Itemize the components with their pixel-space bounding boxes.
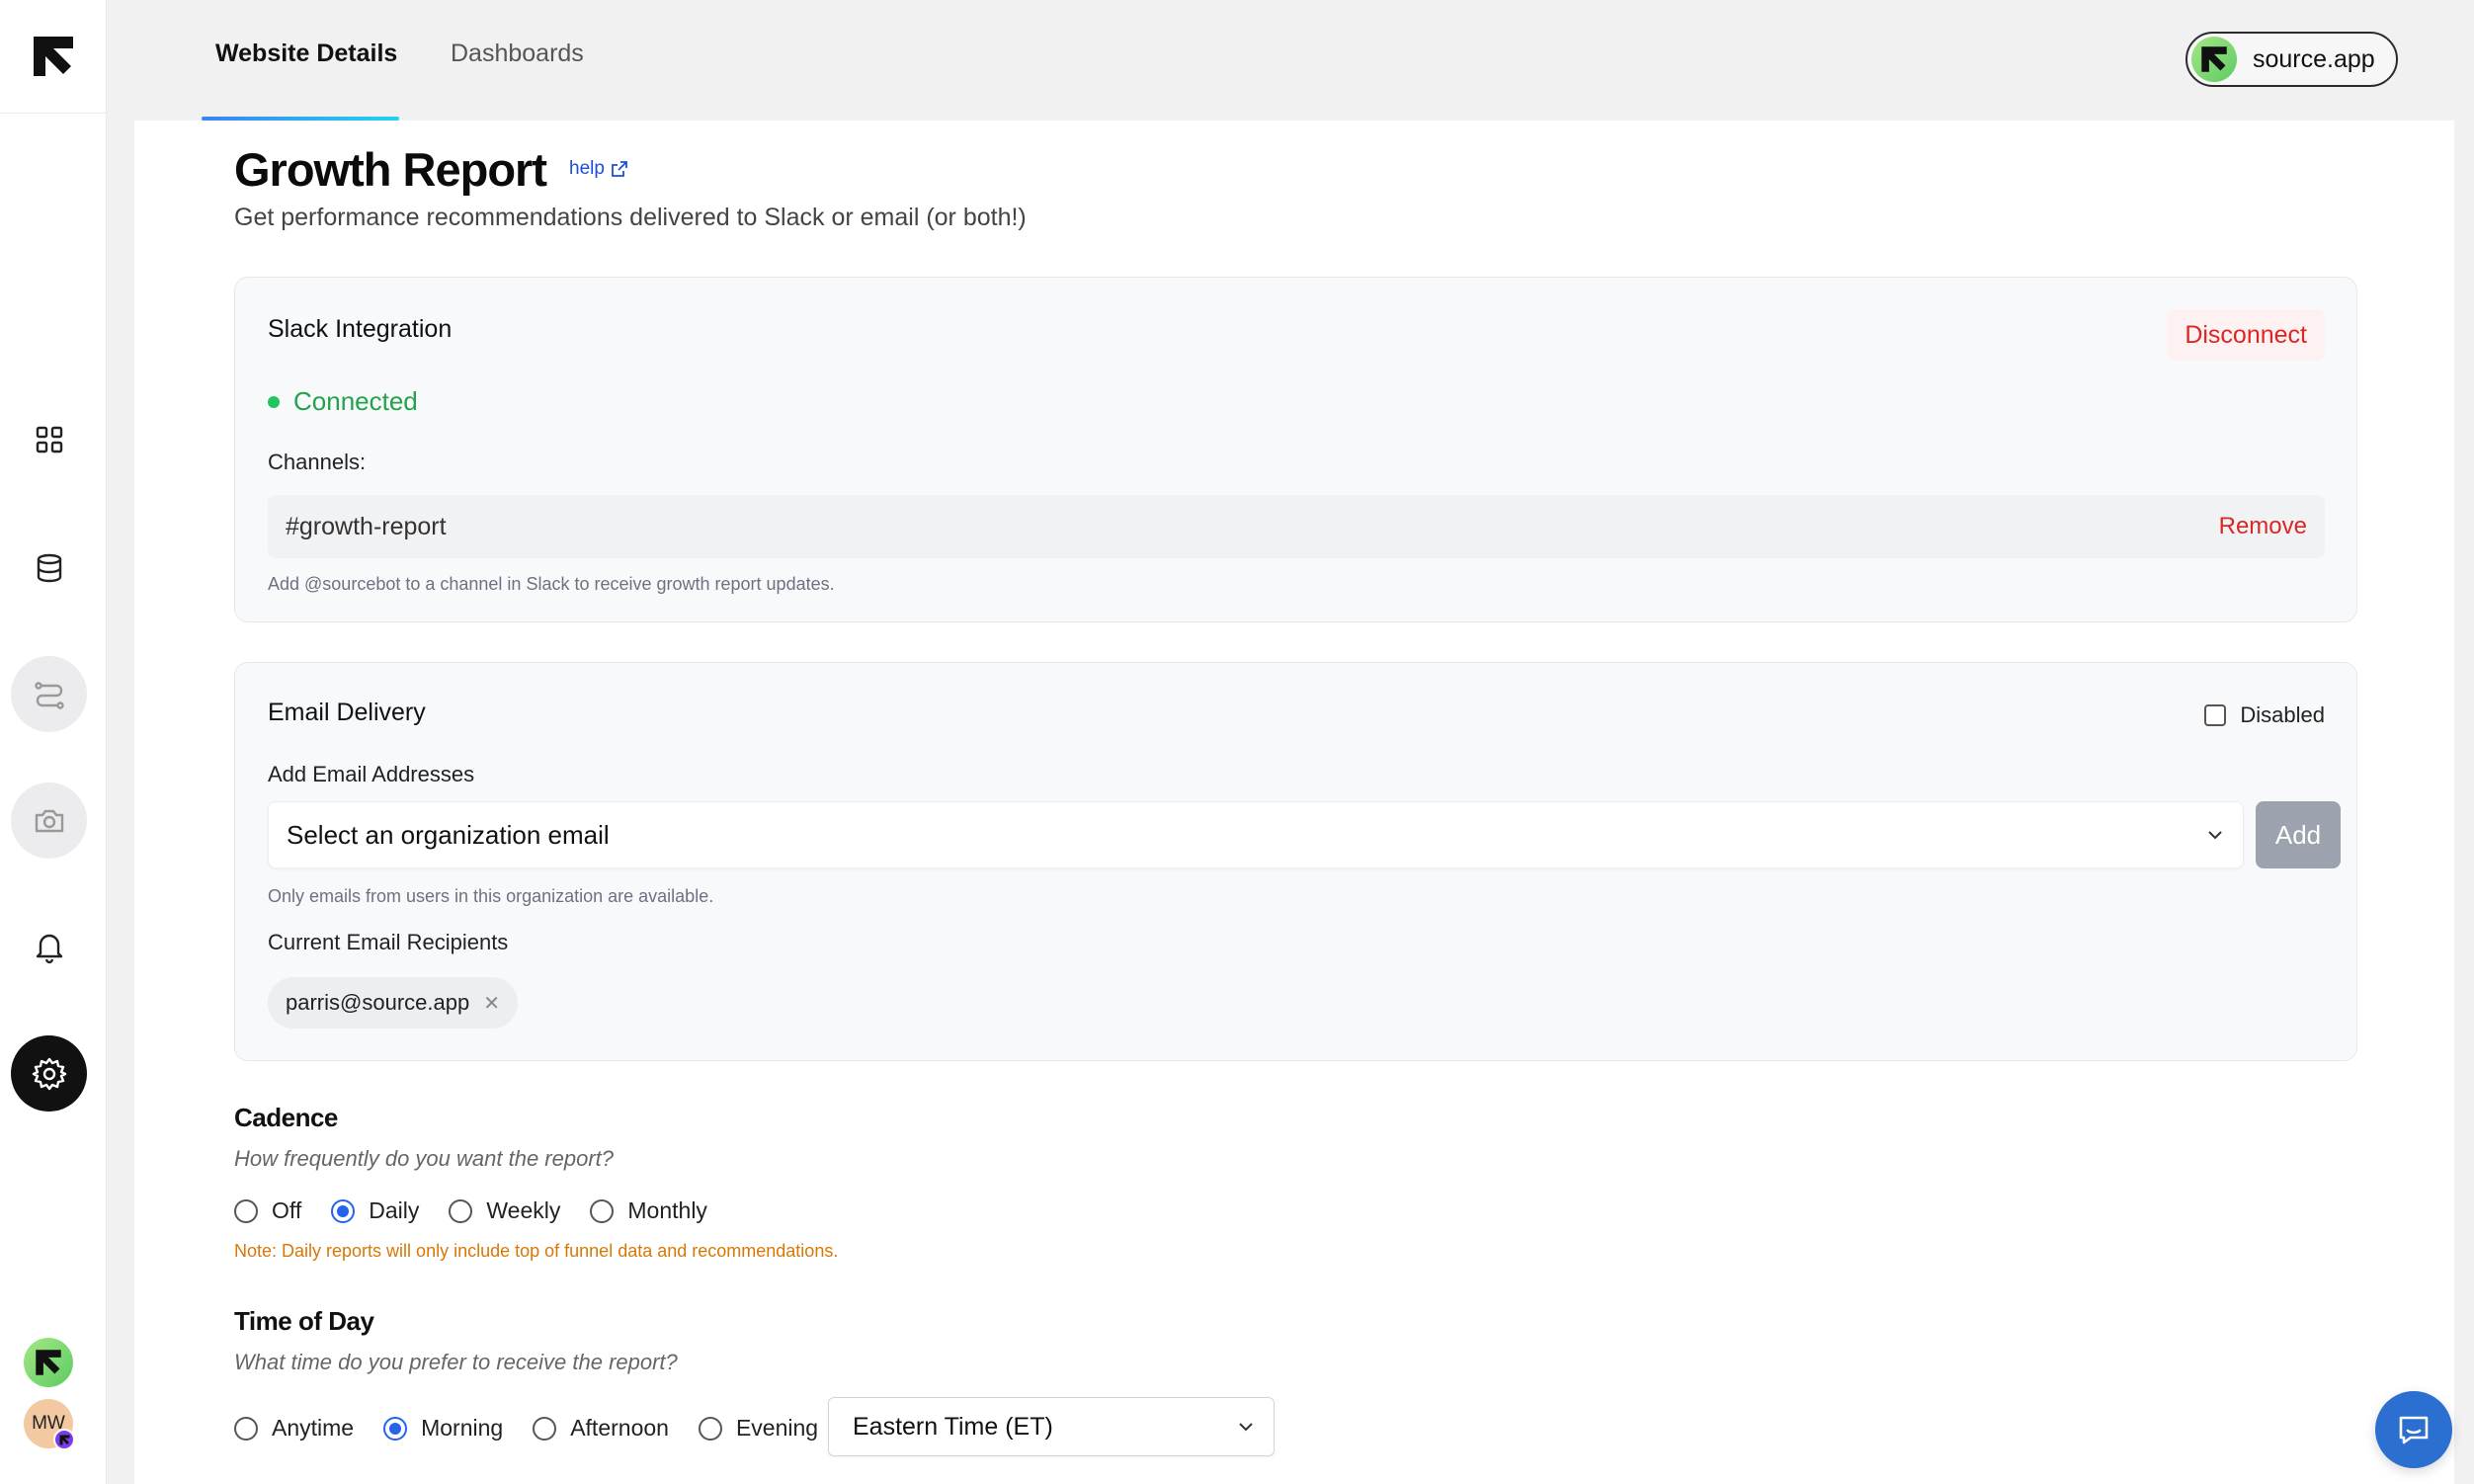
time-option-anytime[interactable]: Anytime xyxy=(234,1415,354,1442)
time-of-day-options: Anytime Morning Afternoon Evening xyxy=(234,1415,848,1442)
route-icon xyxy=(34,681,64,709)
external-link-icon xyxy=(612,161,627,177)
time-option-evening[interactable]: Evening xyxy=(698,1415,819,1442)
recipient-email: parris@source.app xyxy=(286,990,470,1015)
radio-label: Morning xyxy=(421,1415,504,1441)
time-option-afternoon[interactable]: Afternoon xyxy=(533,1415,669,1442)
connection-status: Connected xyxy=(268,386,418,417)
radio-label: Afternoon xyxy=(570,1415,669,1441)
select-placeholder: Select an organization email xyxy=(287,819,610,850)
channel-name: #growth-report xyxy=(286,512,447,540)
top-bar: Website Details Dashboards source.app xyxy=(107,0,2474,121)
radio-anytime[interactable] xyxy=(234,1416,258,1441)
sidebar-item-dashboard[interactable] xyxy=(11,401,87,477)
main-panel: Growth Report help Get performance recom… xyxy=(134,121,2454,1484)
remove-channel-button[interactable]: Remove xyxy=(2219,513,2307,540)
user-avatar[interactable]: MW xyxy=(24,1399,75,1450)
cadence-option-weekly[interactable]: Weekly xyxy=(449,1197,560,1224)
cadence-options: Off Daily Weekly Monthly xyxy=(234,1197,737,1224)
disconnect-button[interactable]: Disconnect xyxy=(2167,309,2325,361)
status-dot-icon xyxy=(268,395,280,408)
radio-label: Off xyxy=(272,1197,302,1223)
gear-icon xyxy=(32,1057,66,1090)
timezone-value: Eastern Time (ET) xyxy=(853,1412,1053,1441)
time-option-morning[interactable]: Morning xyxy=(383,1415,503,1442)
radio-evening[interactable] xyxy=(698,1416,722,1441)
radio-label: Daily xyxy=(369,1197,420,1223)
tab-website-details[interactable]: Website Details xyxy=(215,40,397,68)
radio-off[interactable] xyxy=(234,1198,258,1223)
chevron-down-icon xyxy=(2208,831,2222,840)
org-name: source.app xyxy=(2253,44,2375,73)
add-email-button[interactable]: Add xyxy=(2256,801,2341,868)
add-email-label: Add Email Addresses xyxy=(268,762,475,786)
radio-label: Weekly xyxy=(486,1197,561,1223)
cadence-option-off[interactable]: Off xyxy=(234,1197,301,1224)
sidebar-item-journeys[interactable] xyxy=(11,656,87,732)
org-logo xyxy=(2191,37,2237,82)
status-text: Connected xyxy=(293,386,418,416)
organization-email-select[interactable]: Select an organization email xyxy=(268,801,2244,868)
radio-morning[interactable] xyxy=(383,1416,408,1441)
radio-label: Evening xyxy=(735,1415,819,1441)
chat-launcher-button[interactable] xyxy=(2375,1391,2452,1468)
channels-label: Channels: xyxy=(268,450,367,474)
page-title: Growth Report xyxy=(234,143,547,196)
email-disabled-toggle[interactable]: Disabled xyxy=(2204,702,2325,728)
chevron-down-icon xyxy=(1239,1423,1253,1432)
remove-recipient-icon[interactable]: ✕ xyxy=(483,991,500,1016)
slack-integration-card: Slack Integration Disconnect Connected C… xyxy=(234,277,2357,622)
tab-dashboards[interactable]: Dashboards xyxy=(451,40,584,68)
radio-monthly[interactable] xyxy=(590,1198,615,1223)
database-icon xyxy=(37,553,61,582)
user-org-badge xyxy=(53,1429,75,1450)
timezone-select[interactable]: Eastern Time (ET) xyxy=(828,1397,1275,1456)
channel-row: #growth-report Remove xyxy=(268,495,2325,558)
recipients-label: Current Email Recipients xyxy=(268,930,509,954)
sidebar-item-data[interactable] xyxy=(11,530,87,606)
logo-icon xyxy=(34,37,73,76)
org-selector[interactable]: source.app xyxy=(2185,32,2398,87)
sidebar-item-snapshots[interactable] xyxy=(11,783,87,859)
disabled-label: Disabled xyxy=(2240,702,2325,727)
slack-hint: Add @sourcebot to a channel in Slack to … xyxy=(268,574,835,594)
slack-card-title: Slack Integration xyxy=(268,315,453,343)
bell-icon xyxy=(36,934,62,963)
sidebar-item-notifications[interactable] xyxy=(11,909,87,985)
radio-daily[interactable] xyxy=(331,1198,356,1223)
org-logo-icon xyxy=(36,1350,61,1375)
camera-icon xyxy=(35,809,63,832)
cadence-option-monthly[interactable]: Monthly xyxy=(590,1197,707,1224)
org-switcher-avatar[interactable] xyxy=(24,1338,73,1387)
radio-afternoon[interactable] xyxy=(533,1416,557,1441)
time-of-day-title: Time of Day xyxy=(234,1306,374,1336)
sidebar-item-settings[interactable] xyxy=(11,1035,87,1112)
radio-weekly[interactable] xyxy=(449,1198,473,1223)
cadence-note: Note: Daily reports will only include to… xyxy=(234,1241,839,1261)
radio-label: Monthly xyxy=(627,1197,707,1223)
disabled-checkbox[interactable] xyxy=(2204,704,2227,726)
page-subtitle: Get performance recommendations delivere… xyxy=(234,204,1027,231)
help-link[interactable]: help xyxy=(569,158,628,180)
cadence-option-daily[interactable]: Daily xyxy=(331,1197,419,1224)
radio-label: Anytime xyxy=(272,1415,355,1441)
org-pill-logo-icon xyxy=(2201,46,2227,72)
email-delivery-card: Email Delivery Disabled Add Email Addres… xyxy=(234,662,2357,1061)
time-of-day-question: What time do you prefer to receive the r… xyxy=(234,1350,678,1374)
email-card-title: Email Delivery xyxy=(268,699,426,726)
cadence-title: Cadence xyxy=(234,1103,338,1132)
recipient-chip: parris@source.app ✕ xyxy=(268,977,518,1029)
chat-icon xyxy=(2399,1416,2429,1444)
sidebar: MW xyxy=(0,0,107,1484)
grid-icon xyxy=(36,426,62,453)
badge-logo-icon xyxy=(59,1435,69,1444)
brand-logo[interactable] xyxy=(0,0,107,114)
help-label: help xyxy=(569,158,605,179)
cadence-question: How frequently do you want the report? xyxy=(234,1146,615,1171)
email-hint: Only emails from users in this organizat… xyxy=(268,886,714,906)
